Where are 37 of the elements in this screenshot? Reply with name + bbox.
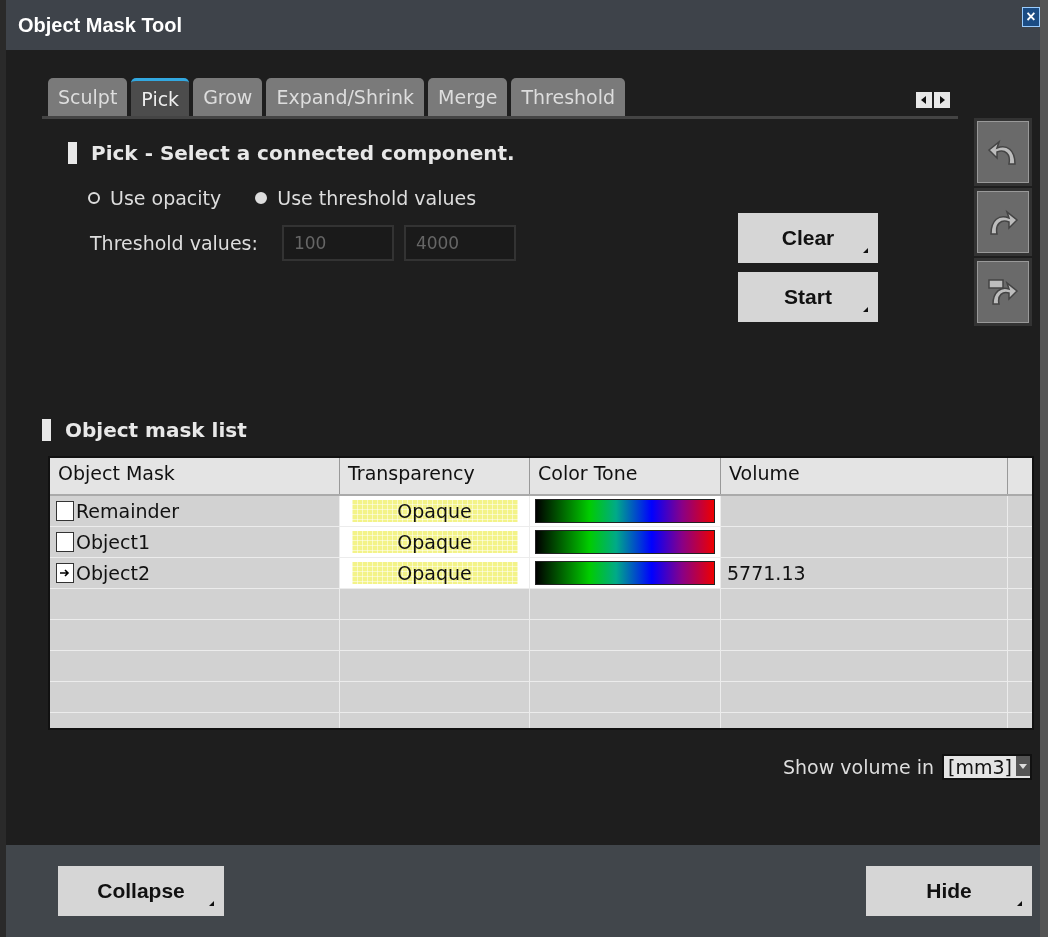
- color-tone-bar[interactable]: [535, 530, 715, 554]
- column-header[interactable]: Color Tone: [530, 458, 721, 494]
- color-tone-bar[interactable]: [535, 561, 715, 585]
- column-header[interactable]: Transparency: [340, 458, 530, 494]
- action-button[interactable]: Start: [738, 272, 878, 322]
- color-tone-bar[interactable]: [535, 499, 715, 523]
- field-label: Show volume in: [783, 756, 935, 778]
- arrow-icon: [59, 568, 71, 578]
- close-button[interactable]: ×: [1022, 7, 1040, 27]
- transparency-bar[interactable]: Opaque: [351, 500, 518, 522]
- mask-name: Object2: [76, 562, 150, 584]
- section-marker: [68, 142, 77, 164]
- transparency-bar[interactable]: Opaque: [351, 562, 518, 584]
- action-button[interactable]: Clear: [738, 213, 878, 263]
- radio-option[interactable]: Use threshold values: [255, 187, 477, 209]
- tool-button[interactable]: [974, 188, 1032, 256]
- section-marker: [42, 419, 51, 441]
- row-checkbox[interactable]: [56, 563, 74, 583]
- section-heading: Object mask list: [65, 418, 247, 442]
- mask-name: Object1: [76, 531, 150, 553]
- volume-value: 5771.13: [727, 562, 806, 584]
- section-heading: Pick - Select a connected component.: [91, 141, 515, 165]
- transparency-bar[interactable]: Opaque: [351, 531, 518, 553]
- radio-option[interactable]: Use opacity: [88, 187, 222, 209]
- row-checkbox[interactable]: [56, 532, 74, 552]
- column-header[interactable]: Object Mask: [50, 458, 340, 494]
- footer-button[interactable]: Hide: [866, 866, 1032, 916]
- row-checkbox[interactable]: [56, 501, 74, 521]
- tool-button[interactable]: [974, 118, 1032, 186]
- tool-button[interactable]: [974, 258, 1032, 326]
- column-header[interactable]: Volume: [721, 458, 1008, 494]
- footer-button[interactable]: Collapse: [58, 866, 224, 916]
- tab[interactable]: Pick: [131, 78, 190, 116]
- window-title: Object Mask Tool: [18, 13, 183, 37]
- unit-dropdown[interactable]: [mm3]: [942, 754, 1032, 780]
- field-label: Threshold values:: [90, 232, 258, 254]
- mask-name: Remainder: [76, 500, 180, 522]
